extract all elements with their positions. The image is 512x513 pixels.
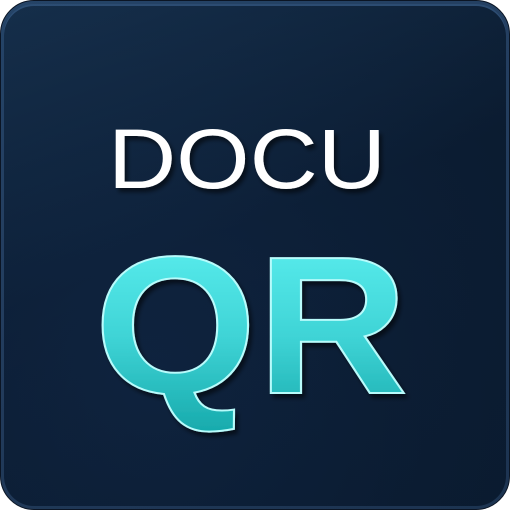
docu-label: DOCU: [108, 112, 386, 206]
qr-label: QR: [94, 216, 408, 435]
app-icon[interactable]: DOCU QR: [0, 0, 510, 510]
app-icon-artwork: DOCU QR: [93, 112, 409, 436]
